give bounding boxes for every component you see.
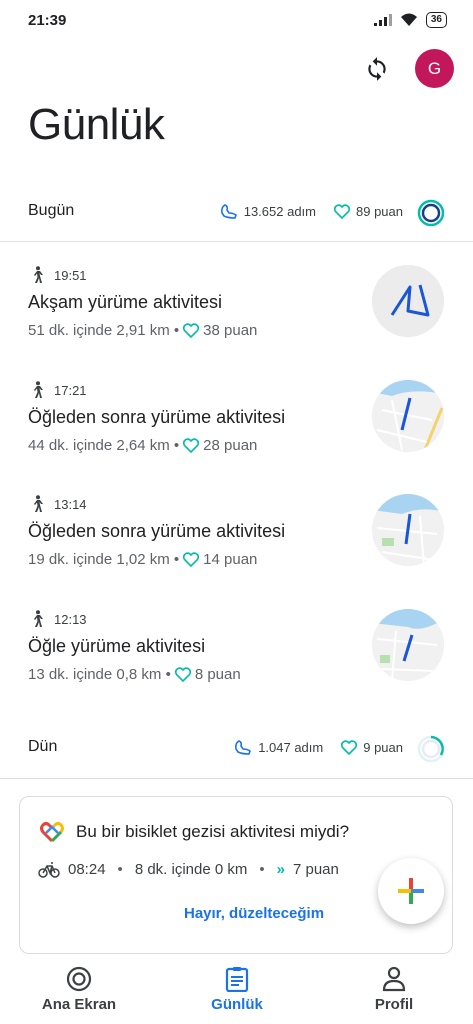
day-label: Bugün xyxy=(28,202,75,219)
day-stats: 1.047 adım 9 puan xyxy=(234,739,403,755)
route-map-thumbnail xyxy=(372,494,444,566)
day-label: Dün xyxy=(28,738,58,755)
activity-points: 28 puan xyxy=(203,437,258,454)
nav-journal[interactable]: Günlük xyxy=(177,966,297,1013)
goal-ring[interactable] xyxy=(417,199,445,227)
day-header-yesterday: Dün 1.047 adım 9 puan xyxy=(0,724,473,774)
walking-icon xyxy=(34,610,43,627)
heart-points-icon xyxy=(183,552,200,567)
battery-indicator: 36 xyxy=(425,12,447,28)
activity-meta: 51 dk. içinde 2,91 km • xyxy=(28,322,180,339)
correct-activity-link[interactable]: Hayır, düzelteceğim xyxy=(184,905,324,922)
status-bar: 21:39 36 xyxy=(0,0,473,40)
heart-points: 9 puan xyxy=(363,739,403,755)
plus-icon xyxy=(398,878,424,904)
person-icon xyxy=(382,966,406,992)
route-map-thumbnail xyxy=(372,380,444,452)
nav-home[interactable]: Ana Ekran xyxy=(19,966,139,1013)
goal-ring[interactable] xyxy=(417,735,445,763)
activity-meta: 44 dk. içinde 2,64 km • xyxy=(28,437,180,454)
divider xyxy=(0,778,473,779)
google-fit-heart-icon xyxy=(40,822,64,843)
status-time: 21:39 xyxy=(28,12,67,29)
wifi-icon xyxy=(400,13,417,26)
divider xyxy=(0,241,473,242)
activity-meta: 13 dk. içinde 0,8 km • xyxy=(28,666,171,683)
steps-count: 13.652 adım xyxy=(243,203,316,219)
heart-points-icon xyxy=(183,438,200,453)
route-map-thumbnail xyxy=(372,609,444,681)
avatar[interactable]: G xyxy=(415,49,454,88)
activity-time: 19:51 xyxy=(54,267,87,283)
bike-icon xyxy=(38,861,60,878)
day-header-today: Bugün 13.652 adım 89 puan xyxy=(0,188,473,238)
activity-time: 13:14 xyxy=(54,496,87,512)
nav-home-label: Ana Ekran xyxy=(41,996,117,1013)
heart-points-icon xyxy=(183,323,200,338)
card-duration: 8 dk. içinde 0 km xyxy=(134,861,248,878)
nav-profile-label: Profil xyxy=(374,996,414,1013)
footsteps-icon xyxy=(235,740,252,755)
activity-meta: 19 dk. içinde 1,02 km • xyxy=(28,551,180,568)
activity-item[interactable]: 13:14 Öğleden sonra yürüme aktivitesi 19… xyxy=(0,487,473,595)
walking-icon xyxy=(34,266,43,283)
heart-points-icon xyxy=(341,739,358,755)
sync-button[interactable] xyxy=(358,50,396,88)
heart-points-icon xyxy=(174,667,191,682)
activity-points: 38 puan xyxy=(203,322,258,339)
activity-title: Öğle yürüme aktivitesi xyxy=(28,636,206,656)
walking-icon xyxy=(34,495,43,512)
bottom-nav: Ana Ekran Günlük Profil xyxy=(0,956,473,1024)
clipboard-icon xyxy=(225,967,249,992)
heart-points-icon xyxy=(334,203,350,219)
add-activity-button[interactable] xyxy=(378,858,444,924)
page-title: Günlük xyxy=(28,100,165,149)
footsteps-icon xyxy=(220,204,237,219)
move-minutes-icon: » xyxy=(276,861,285,878)
steps-count: 1.047 adım xyxy=(258,739,324,755)
activity-item[interactable]: 17:21 Öğleden sonra yürüme aktivitesi 44… xyxy=(0,373,473,481)
route-map-thumbnail xyxy=(372,265,444,337)
status-icons: 36 xyxy=(373,12,447,28)
activity-points: 14 puan xyxy=(203,551,258,568)
card-points: 7 puan xyxy=(292,861,339,878)
activity-points: 8 puan xyxy=(194,666,241,683)
activity-item[interactable]: 12:13 Öğle yürüme aktivitesi 13 dk. için… xyxy=(0,602,473,710)
activity-time: 12:13 xyxy=(54,611,87,627)
activity-title: Akşam yürüme aktivitesi xyxy=(28,292,223,312)
heart-points: 89 puan xyxy=(356,203,403,219)
signal-icon xyxy=(373,14,392,26)
card-title: Bu bir bisiklet gezisi aktivitesi miydi? xyxy=(76,822,350,841)
activity-item[interactable]: 19:51 Akşam yürüme aktivitesi 51 dk. içi… xyxy=(0,258,473,366)
nav-journal-label: Günlük xyxy=(211,996,263,1013)
nav-profile[interactable]: Profil xyxy=(334,966,454,1013)
sync-icon xyxy=(368,57,386,81)
activity-time: 17:21 xyxy=(54,382,87,398)
activity-title: Öğleden sonra yürüme aktivitesi xyxy=(28,521,286,541)
card-time: 08:24 xyxy=(68,861,106,878)
walking-icon xyxy=(34,381,43,398)
day-stats: 13.652 adım 89 puan xyxy=(220,203,403,219)
home-ring-icon xyxy=(66,966,92,992)
activity-title: Öğleden sonra yürüme aktivitesi xyxy=(28,407,286,427)
